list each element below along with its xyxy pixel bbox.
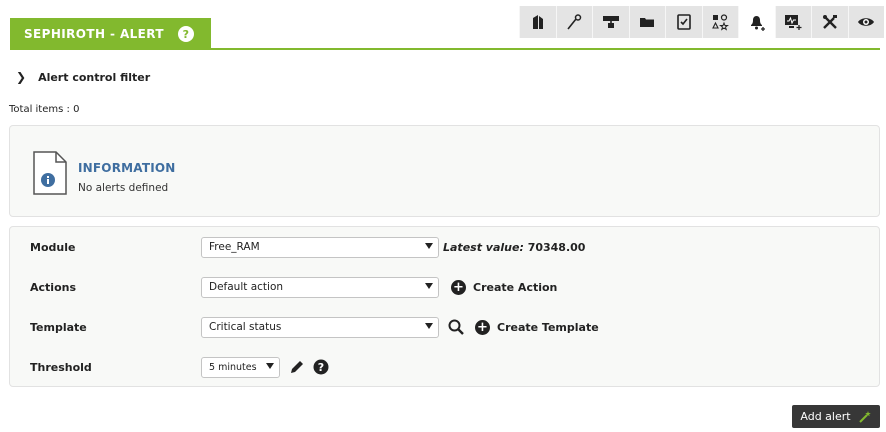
- dropdown-arrow-icon: [425, 322, 433, 329]
- module-select-value: Free_RAM: [209, 241, 260, 253]
- header-underline: [10, 48, 880, 50]
- actions-select[interactable]: Default action: [201, 276, 439, 298]
- template-label: Template: [30, 320, 87, 334]
- plus-circle-icon: +: [475, 319, 490, 335]
- info-message: No alerts defined: [78, 182, 169, 194]
- add-alert-label: Add alert: [800, 410, 851, 423]
- tab-folder[interactable]: [628, 6, 665, 38]
- actions-label: Actions: [30, 280, 76, 294]
- monitor-plus-icon: [785, 15, 802, 30]
- chevron-right-icon: ❯: [16, 70, 27, 84]
- shapes-icon: [712, 14, 730, 31]
- create-template-label: Create Template: [497, 320, 599, 334]
- tools-icon: [822, 15, 837, 29]
- add-alert-button[interactable]: Add alert: [792, 405, 880, 428]
- page-title-tab: SEPHIROTH - ALERT ?: [10, 18, 211, 50]
- create-action-button[interactable]: + Create Action: [451, 279, 558, 295]
- threshold-label: Threshold: [30, 360, 92, 374]
- dropdown-arrow-icon: [425, 282, 433, 289]
- bell-plus-icon: [750, 16, 765, 31]
- alert-form: Module Free_RAM Latest value: 70348.00 A…: [9, 226, 880, 387]
- plus-circle-icon: +: [451, 279, 466, 295]
- info-box: INFORMATION No alerts defined: [9, 125, 880, 217]
- threshold-select-value: 5 minutes: [209, 361, 257, 373]
- latest-value: Latest value: 70348.00: [443, 241, 585, 254]
- tab-network[interactable]: [592, 6, 629, 38]
- alert-control-filter-toggle[interactable]: ❯ Alert control filter: [16, 70, 150, 84]
- info-document-icon: [33, 151, 67, 195]
- magic-wand-icon: [858, 410, 871, 423]
- filter-label: Alert control filter: [38, 70, 151, 84]
- network-icon: [602, 16, 619, 28]
- header-tabs: [519, 6, 884, 38]
- pencil-icon[interactable]: [289, 359, 305, 375]
- info-title: INFORMATION: [78, 161, 176, 175]
- tab-view[interactable]: [847, 6, 884, 38]
- threshold-row: Threshold 5 minutes ?: [10, 356, 879, 378]
- total-items: Total items : 0: [9, 104, 80, 115]
- module-label: Module: [30, 240, 76, 254]
- question-circle-icon[interactable]: ?: [177, 26, 194, 42]
- svg-text:?: ?: [318, 361, 324, 374]
- tab-alerts[interactable]: [738, 6, 775, 38]
- checklist-icon: [676, 14, 691, 30]
- eye-icon: [858, 18, 875, 26]
- dropdown-arrow-icon: [266, 362, 274, 369]
- help-icon[interactable]: ?: [313, 359, 329, 375]
- create-action-label: Create Action: [473, 280, 558, 294]
- template-select[interactable]: Critical status: [201, 316, 439, 338]
- module-row: Module Free_RAM Latest value: 70348.00: [10, 236, 879, 258]
- module-select[interactable]: Free_RAM: [201, 236, 439, 258]
- tab-building[interactable]: [519, 6, 556, 38]
- tab-tools[interactable]: [811, 6, 848, 38]
- template-select-value: Critical status: [209, 321, 282, 333]
- page-header: SEPHIROTH - ALERT ?: [0, 0, 886, 50]
- create-template-button[interactable]: + Create Template: [475, 319, 599, 335]
- latest-value-label: Latest value:: [443, 240, 524, 254]
- page-title: SEPHIROTH - ALERT: [24, 27, 164, 41]
- threshold-select[interactable]: 5 minutes: [201, 356, 280, 378]
- search-icon[interactable]: [447, 318, 465, 336]
- wrench-key-icon: [567, 14, 582, 30]
- dropdown-arrow-icon: [425, 242, 433, 249]
- building-icon: [532, 15, 543, 29]
- latest-value-number: 70348.00: [527, 240, 586, 254]
- tab-manage[interactable]: [555, 6, 592, 38]
- tab-monitor[interactable]: [774, 6, 811, 38]
- tab-shapes[interactable]: [701, 6, 738, 38]
- actions-select-value: Default action: [209, 281, 284, 293]
- template-row: Template Critical status + Create Templa…: [10, 316, 879, 338]
- actions-row: Actions Default action + Create Action: [10, 276, 879, 298]
- tab-checklist[interactable]: [665, 6, 702, 38]
- folder-icon: [640, 18, 655, 27]
